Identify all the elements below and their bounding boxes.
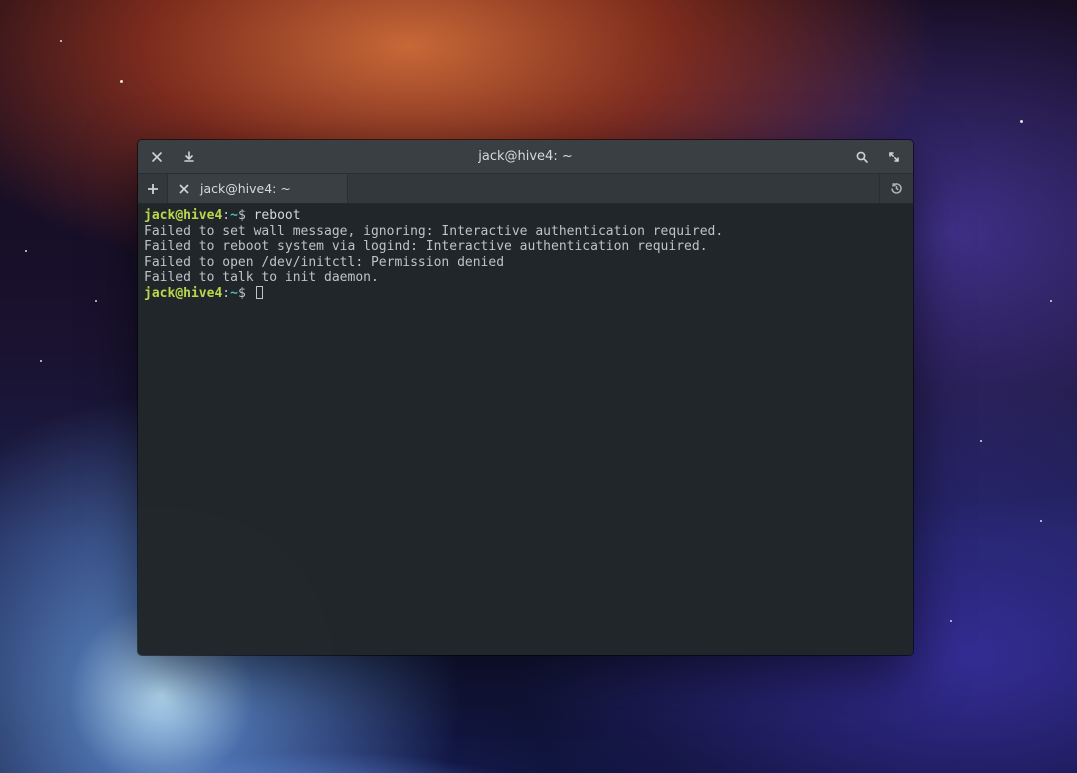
search-button[interactable] [851, 146, 873, 168]
window-title: jack@hive4: ~ [210, 149, 841, 164]
prompt-at: @ [175, 286, 183, 301]
prompt-dollar: $ [238, 286, 246, 301]
history-button[interactable] [879, 174, 913, 203]
output-line: Failed to talk to init daemon. [144, 270, 379, 285]
tab-close-button[interactable] [176, 181, 192, 197]
prompt-host: hive4 [183, 286, 222, 301]
output-line: Failed to reboot system via logind: Inte… [144, 239, 708, 254]
fullscreen-icon [887, 150, 901, 164]
prompt-host: hive4 [183, 208, 222, 223]
output-line: Failed to set wall message, ignoring: In… [144, 224, 723, 239]
fullscreen-button[interactable] [883, 146, 905, 168]
new-tab-button[interactable] [138, 174, 168, 203]
terminal-window: jack@hive4: ~ jack@hive4: ~ jac [138, 140, 913, 655]
search-icon [855, 150, 869, 164]
prompt-user: jack [144, 208, 175, 223]
prompt-at: @ [175, 208, 183, 223]
prompt-line-1: jack@hive4:~$ reboot [144, 208, 301, 223]
prompt-dollar: $ [238, 208, 246, 223]
tab-terminal-1[interactable]: jack@hive4: ~ [168, 174, 348, 203]
plus-icon [147, 183, 159, 195]
prompt-path: ~ [230, 286, 238, 301]
close-icon [150, 150, 164, 164]
prompt-line-2: jack@hive4:~$ [144, 286, 263, 301]
close-icon [179, 184, 189, 194]
terminal-viewport[interactable]: jack@hive4:~$ reboot Failed to set wall … [138, 204, 913, 655]
prompt-colon: : [222, 286, 230, 301]
download-button[interactable] [178, 146, 200, 168]
tab-bar: jack@hive4: ~ [138, 174, 913, 204]
prompt-colon: : [222, 208, 230, 223]
tab-label: jack@hive4: ~ [200, 181, 291, 196]
history-icon [889, 181, 904, 196]
tabbar-spacer [348, 174, 879, 203]
output-line: Failed to open /dev/initctl: Permission … [144, 255, 504, 270]
command-text: reboot [254, 208, 301, 223]
titlebar: jack@hive4: ~ [138, 140, 913, 174]
prompt-path: ~ [230, 208, 238, 223]
download-icon [182, 150, 196, 164]
close-window-button[interactable] [146, 146, 168, 168]
cursor-icon [256, 286, 264, 299]
prompt-user: jack [144, 286, 175, 301]
